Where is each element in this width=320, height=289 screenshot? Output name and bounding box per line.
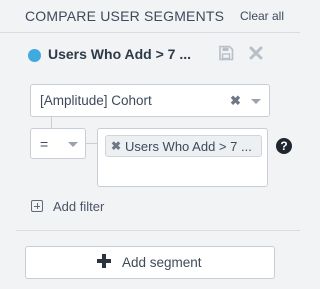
save-icon[interactable] — [218, 45, 234, 61]
operator-select[interactable]: = — [30, 128, 86, 159]
property-select[interactable]: [Amplitude] Cohort ✖ — [30, 84, 270, 117]
operator-select-value: = — [40, 136, 49, 152]
segment-color-dot — [28, 49, 41, 62]
add-segment-label: Add segment — [122, 255, 202, 270]
help-icon[interactable]: ? — [276, 138, 292, 154]
add-segment-button[interactable]: Add segment — [25, 246, 275, 279]
property-select-value: [Amplitude] Cohort — [40, 93, 152, 108]
chevron-down-icon[interactable] — [251, 99, 261, 104]
filter-values-input[interactable]: ✖ Users Who Add > 7 ... — [97, 128, 268, 187]
compare-segments-panel: COMPARE USER SEGMENTS Clear all Users Wh… — [0, 0, 300, 289]
add-filter-label: Add filter — [53, 199, 105, 214]
remove-tag-icon[interactable]: ✖ — [111, 139, 121, 153]
value-tag-label: Users Who Add > 7 ... — [125, 139, 252, 154]
filter-connector-line — [51, 117, 52, 128]
panel-title: COMPARE USER SEGMENTS — [25, 8, 225, 24]
section-divider — [16, 230, 300, 231]
chevron-down-icon[interactable] — [68, 142, 78, 147]
clear-all-link[interactable]: Clear all — [240, 9, 284, 23]
segment-name[interactable]: Users Who Add > 7 ... — [48, 46, 191, 62]
delete-icon[interactable] — [248, 45, 264, 61]
plus-icon — [97, 254, 111, 268]
header-divider — [0, 32, 300, 33]
value-tag: ✖ Users Who Add > 7 ... — [105, 135, 262, 157]
plus-square-icon — [31, 200, 43, 212]
clear-property-icon[interactable]: ✖ — [230, 93, 241, 109]
